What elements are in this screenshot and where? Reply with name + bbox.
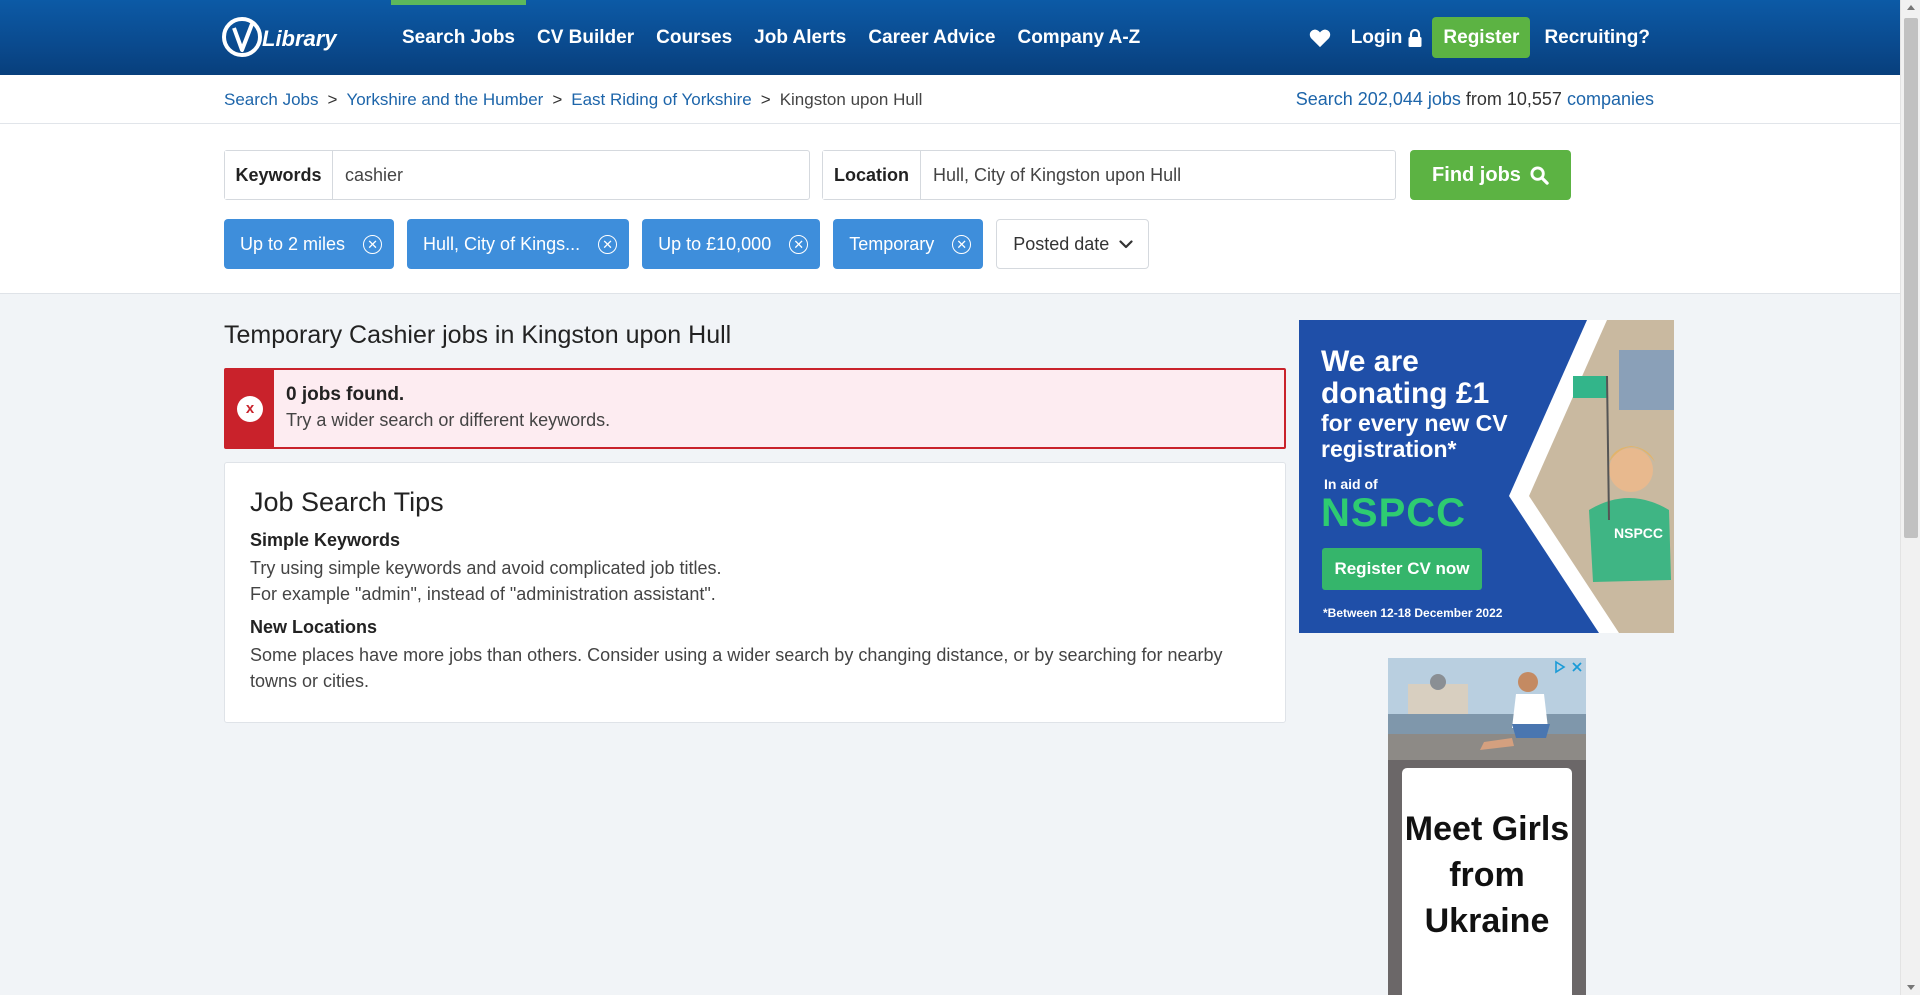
breadcrumb-bar: Search Jobs > Yorkshire and the Humber >… xyxy=(0,75,1900,124)
filter-chip-label: Up to 2 miles xyxy=(240,233,346,254)
filter-chip-salary[interactable]: Up to £10,000 ✕ xyxy=(642,219,821,269)
tip-text: For example "admin", instead of "adminis… xyxy=(250,584,716,604)
remove-filter-icon[interactable]: ✕ xyxy=(789,234,809,254)
keywords-field: Keywords xyxy=(224,150,810,200)
tip-text: Some places have more jobs than others. … xyxy=(250,645,1223,691)
heart-icon[interactable] xyxy=(1309,27,1333,49)
shirt-logo-text: NSPCC xyxy=(1614,525,1663,541)
location-field: Location xyxy=(822,150,1396,200)
main-navigation: Search Jobs CV Builder Courses Job Alert… xyxy=(391,0,1151,75)
posted-date-label: Posted date xyxy=(1013,233,1110,254)
scroll-up-arrow-icon[interactable] xyxy=(1907,5,1915,10)
nav-company-a-z[interactable]: Company A-Z xyxy=(1006,0,1151,75)
search-prefix[interactable]: Search xyxy=(1296,89,1358,110)
breadcrumb-current: Kingston upon Hull xyxy=(779,89,923,109)
ad-headline-line: for every new CV xyxy=(1321,410,1508,436)
ad-text-line: Meet Girls xyxy=(1404,810,1570,848)
keywords-label: Keywords xyxy=(225,151,333,199)
posted-date-dropdown[interactable]: Posted date xyxy=(996,219,1150,269)
ad-in-aid-of: In aid of xyxy=(1324,476,1378,492)
page-title: Temporary Cashier jobs in Kingston upon … xyxy=(224,321,732,349)
breadcrumb-search-jobs[interactable]: Search Jobs xyxy=(224,90,319,110)
filter-chip-label: Temporary xyxy=(849,233,935,254)
ad-text-line: from xyxy=(1449,856,1525,894)
alert-message: Try a wider search or different keywords… xyxy=(286,410,611,430)
error-icon: x xyxy=(237,395,263,422)
scroll-down-arrow-icon[interactable] xyxy=(1907,985,1915,990)
nav-job-alerts[interactable]: Job Alerts xyxy=(743,0,857,75)
chevron-down-icon xyxy=(1119,239,1133,248)
location-label: Location xyxy=(823,151,921,199)
dating-advert[interactable]: Meet Girls from Ukraine xyxy=(1388,658,1586,995)
breadcrumb-separator: > xyxy=(760,89,771,109)
svg-text:Library: Library xyxy=(262,26,338,51)
tip-heading: Simple Keywords xyxy=(250,530,401,550)
child-photo-image: NSPCC xyxy=(1509,320,1674,633)
remove-filter-icon[interactable]: ✕ xyxy=(598,234,618,254)
filter-chip-label: Up to £10,000 xyxy=(658,233,772,254)
ad-text-line: Ukraine xyxy=(1424,902,1550,940)
nav-cv-builder[interactable]: CV Builder xyxy=(526,0,645,75)
filter-chip-label: Hull, City of Kings... xyxy=(423,233,581,254)
nav-career-advice[interactable]: Career Advice xyxy=(857,0,1006,75)
keywords-input[interactable] xyxy=(333,151,809,199)
no-results-alert: x 0 jobs found. Try a wider search or di… xyxy=(224,368,1286,449)
alert-body: 0 jobs found. Try a wider search or diff… xyxy=(274,370,622,447)
filter-chip-job-type[interactable]: Temporary ✕ xyxy=(833,219,984,269)
page-scrollbar[interactable] xyxy=(1900,0,1920,995)
lock-icon xyxy=(1408,28,1422,47)
remove-filter-icon[interactable]: ✕ xyxy=(363,234,383,254)
jobs-count-link[interactable]: 202,044 jobs xyxy=(1358,89,1461,110)
tip-new-locations: New Locations Some places have more jobs… xyxy=(250,617,1260,694)
ad-headline: We are donating £1 for every new CV regi… xyxy=(1321,346,1508,461)
breadcrumb-east-riding[interactable]: East Riding of Yorkshire xyxy=(571,90,752,110)
remove-filter-icon[interactable]: ✕ xyxy=(952,234,972,254)
tips-title: Job Search Tips xyxy=(250,487,444,517)
ad-footnote: *Between 12-18 December 2022 xyxy=(1323,606,1503,620)
nav-courses[interactable]: Courses xyxy=(645,0,743,75)
alert-title: 0 jobs found. xyxy=(286,384,405,405)
ad-headline-line: registration* xyxy=(1321,436,1457,463)
top-navigation-bar: Library Search Jobs CV Builder Courses J… xyxy=(0,0,1900,75)
job-search-tips: Job Search Tips Simple Keywords Try usin… xyxy=(224,462,1286,723)
breadcrumb-separator: > xyxy=(552,89,563,109)
register-button[interactable]: Register xyxy=(1432,17,1531,58)
account-navigation: Login Register Recruiting? xyxy=(1309,0,1650,75)
scrollbar-thumb[interactable] xyxy=(1904,18,1918,538)
cv-library-logo[interactable]: Library xyxy=(222,12,338,62)
filter-chip-distance[interactable]: Up to 2 miles ✕ xyxy=(224,219,395,269)
find-jobs-button[interactable]: Find jobs xyxy=(1410,150,1571,200)
filter-chip-location[interactable]: Hull, City of Kings... ✕ xyxy=(407,219,630,269)
companies-count-text: from 10,557 xyxy=(1460,89,1567,109)
search-panel: Keywords Location Find jobs Up to 2 mile… xyxy=(0,124,1900,294)
breadcrumb: Search Jobs > Yorkshire and the Humber >… xyxy=(224,75,922,124)
tip-simple-keywords: Simple Keywords Try using simple keyword… xyxy=(250,530,1260,607)
alert-icon-bar: x xyxy=(226,370,274,447)
login-link[interactable]: Login xyxy=(1351,27,1423,49)
tip-heading: New Locations xyxy=(250,617,378,637)
ad-headline-line: We are xyxy=(1321,345,1419,378)
find-jobs-label: Find jobs xyxy=(1432,163,1521,186)
recruiting-link[interactable]: Recruiting? xyxy=(1544,27,1650,49)
breadcrumb-yorkshire-humber[interactable]: Yorkshire and the Humber xyxy=(346,90,543,110)
site-job-count: Search 202,044 jobs from 10,557 companie… xyxy=(1296,75,1654,124)
companies-link[interactable]: companies xyxy=(1567,89,1654,110)
ad-choices-icon[interactable] xyxy=(1554,660,1584,674)
nspcc-logo-text: NSPCC xyxy=(1321,491,1467,535)
ad-register-cv-button[interactable]: Register CV now xyxy=(1322,548,1482,590)
search-icon xyxy=(1530,165,1549,185)
nspcc-advert[interactable]: We are donating £1 for every new CV regi… xyxy=(1299,320,1674,633)
breadcrumb-separator: > xyxy=(327,89,338,109)
ad-headline-line: donating £1 xyxy=(1321,376,1490,410)
active-filters: Up to 2 miles ✕ Hull, City of Kings... ✕… xyxy=(224,219,1150,269)
nav-search-jobs[interactable]: Search Jobs xyxy=(391,0,526,75)
tip-text: Try using simple keywords and avoid comp… xyxy=(250,558,722,578)
ad-text-card: Meet Girls from Ukraine xyxy=(1402,768,1572,995)
login-label: Login xyxy=(1350,26,1403,48)
location-input[interactable] xyxy=(921,151,1395,199)
